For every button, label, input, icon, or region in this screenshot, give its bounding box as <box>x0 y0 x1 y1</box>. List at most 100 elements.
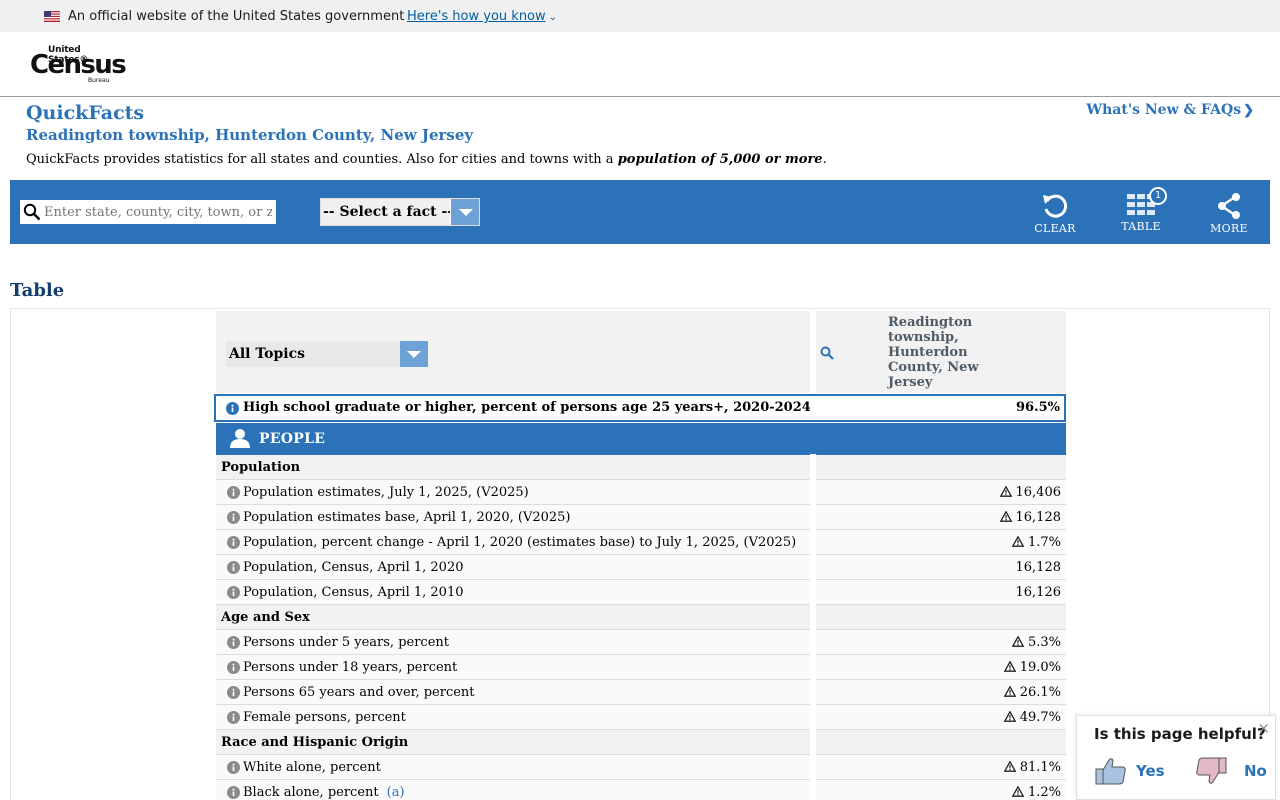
fact-value: 81.1% <box>1003 760 1061 775</box>
fact-value: 16,128 <box>1016 560 1062 575</box>
select-fact-label: -- Select a fact -- <box>323 204 454 220</box>
category-value-cell <box>816 455 1066 479</box>
fact-value-text: 16,126 <box>1015 585 1062 600</box>
chevron-down-icon: ⌄ <box>548 12 558 23</box>
geography-column-header[interactable]: Readington township, Hunterdon County, N… <box>888 315 998 390</box>
census-logo[interactable]: United States® Census Bureau <box>30 44 127 84</box>
category-cell: Age and Sex <box>216 605 810 629</box>
value-cell: 49.7% <box>816 705 1066 729</box>
fact-value-text: 49.7% <box>1019 710 1061 725</box>
feedback-widget: Is this page helpful? × Yes No <box>1076 715 1276 800</box>
info-icon[interactable] <box>227 711 240 724</box>
feedback-yes-label: Yes <box>1136 762 1165 780</box>
info-icon[interactable] <box>227 511 240 524</box>
logo-main-text: Census <box>30 50 127 80</box>
value-flag-icon[interactable] <box>1003 686 1016 697</box>
fact-cell: Persons under 5 years, percent <box>216 630 810 654</box>
info-icon[interactable] <box>227 586 240 599</box>
feedback-no-button[interactable]: No <box>1195 756 1273 788</box>
value-flag-icon[interactable] <box>999 511 1012 522</box>
table-row[interactable]: Population estimates base, April 1, 2020… <box>216 504 1066 530</box>
value-flag-icon[interactable] <box>999 486 1012 497</box>
table-row[interactable]: Population estimates, July 1, 2025, (V20… <box>216 479 1066 505</box>
fact-cell: Persons under 18 years, percent <box>216 655 810 679</box>
fact-label: Population estimates, July 1, 2025, (V20… <box>243 485 529 500</box>
fact-cell: Population estimates base, April 1, 2020… <box>216 505 810 529</box>
search-input[interactable] <box>44 202 272 222</box>
info-icon[interactable] <box>227 686 240 699</box>
clear-button[interactable]: CLEAR <box>1025 192 1085 236</box>
value-flag-icon[interactable] <box>1003 661 1016 672</box>
page-title: QuickFacts <box>26 102 145 124</box>
zoom-search-icon[interactable] <box>820 346 834 360</box>
fact-cell: White alone, percent <box>216 755 810 779</box>
fact-value-text: 81.1% <box>1019 760 1061 775</box>
category-value-cell <box>816 605 1066 629</box>
info-icon[interactable] <box>227 561 240 574</box>
table-row[interactable]: White alone, percent 81.1% <box>216 754 1066 780</box>
info-icon[interactable] <box>227 486 240 499</box>
description-suffix: . <box>822 152 827 167</box>
close-icon[interactable]: × <box>1257 719 1270 737</box>
value-cell: 16,126 <box>816 580 1066 604</box>
official-website-text: An official website of the United States… <box>68 9 405 24</box>
site-header: United States® Census Bureau <box>0 32 1280 97</box>
value-cell: 1.7% <box>816 530 1066 554</box>
table-row[interactable]: Persons under 5 years, percent 5.3% <box>216 629 1066 655</box>
search-icon <box>23 203 41 221</box>
fact-label-text: Female persons, percent <box>243 710 406 725</box>
value-flag-icon[interactable] <box>1011 636 1024 647</box>
table-button[interactable]: 1 TABLE <box>1111 187 1171 236</box>
feedback-question: Is this page helpful? <box>1094 725 1266 743</box>
description-text: QuickFacts provides statistics for all s… <box>26 152 618 167</box>
table-label: TABLE <box>1121 220 1161 233</box>
category-row[interactable]: Race and Hispanic Origin <box>216 729 1066 755</box>
fact-label-text: Population, Census, April 1, 2020 <box>243 560 464 575</box>
heres-how-you-know-link[interactable]: Here's how you know ⌄ <box>407 9 557 24</box>
fact-value: 5.3% <box>1011 635 1061 650</box>
whats-new-faqs-link[interactable]: What's New & FAQs ❯ <box>1086 102 1254 118</box>
select-fact-dropdown[interactable]: -- Select a fact -- <box>320 198 480 226</box>
fact-value: 19.0% <box>1003 660 1061 675</box>
table-row[interactable]: Population, percent change - April 1, 20… <box>216 529 1066 555</box>
table-row[interactable]: Persons under 18 years, percent 19.0% <box>216 654 1066 680</box>
thumbs-down-icon <box>1196 757 1227 784</box>
fact-label-text: Persons under 5 years, percent <box>243 635 449 650</box>
table-rows: Population Population estimates, July 1, … <box>216 454 1066 800</box>
info-icon[interactable] <box>227 786 240 799</box>
category-cell: Race and Hispanic Origin <box>216 730 810 754</box>
info-icon[interactable] <box>227 536 240 549</box>
value-flag-icon[interactable] <box>1003 711 1016 722</box>
table-row[interactable]: Female persons, percent 49.7% <box>216 704 1066 730</box>
fact-cell: Persons 65 years and over, percent <box>216 680 810 704</box>
logo-bottom-text: Bureau <box>88 77 110 84</box>
table-row[interactable]: Population, Census, April 1, 2010 16,126 <box>216 579 1066 605</box>
all-topics-dropdown[interactable]: All Topics <box>226 341 428 367</box>
value-flag-icon[interactable] <box>1003 761 1016 772</box>
highlighted-fact-row[interactable]: High school graduate or higher, percent … <box>214 394 1066 422</box>
table-row[interactable]: Black alone, percent (a) 1.2% <box>216 779 1066 800</box>
more-button[interactable]: MORE <box>1199 192 1259 236</box>
value-flag-icon[interactable] <box>1011 786 1024 797</box>
feedback-yes-button[interactable]: Yes <box>1095 756 1170 788</box>
info-icon[interactable] <box>226 402 239 415</box>
value-cell: 19.0% <box>816 655 1066 679</box>
info-icon[interactable] <box>227 661 240 674</box>
footnote-link[interactable]: (a) <box>387 785 405 800</box>
value-cell: 26.1% <box>816 680 1066 704</box>
fact-label: Black alone, percent (a) <box>243 785 405 800</box>
fact-cell: Population, percent change - April 1, 20… <box>216 530 810 554</box>
fact-label-text: Population estimates, July 1, 2025, (V20… <box>243 485 529 500</box>
info-icon[interactable] <box>227 636 240 649</box>
people-section-header[interactable]: PEOPLE <box>216 423 1066 455</box>
table-row[interactable]: Persons 65 years and over, percent 26.1% <box>216 679 1066 705</box>
table-heading: Table <box>10 280 65 301</box>
person-icon <box>230 429 250 448</box>
category-row[interactable]: Age and Sex <box>216 604 1066 630</box>
info-icon[interactable] <box>227 761 240 774</box>
fact-value: 1.7% <box>1011 535 1061 550</box>
table-row[interactable]: Population, Census, April 1, 2020 16,128 <box>216 554 1066 580</box>
us-flag-icon <box>44 11 60 22</box>
category-row[interactable]: Population <box>216 454 1066 480</box>
value-flag-icon[interactable] <box>1011 536 1024 547</box>
